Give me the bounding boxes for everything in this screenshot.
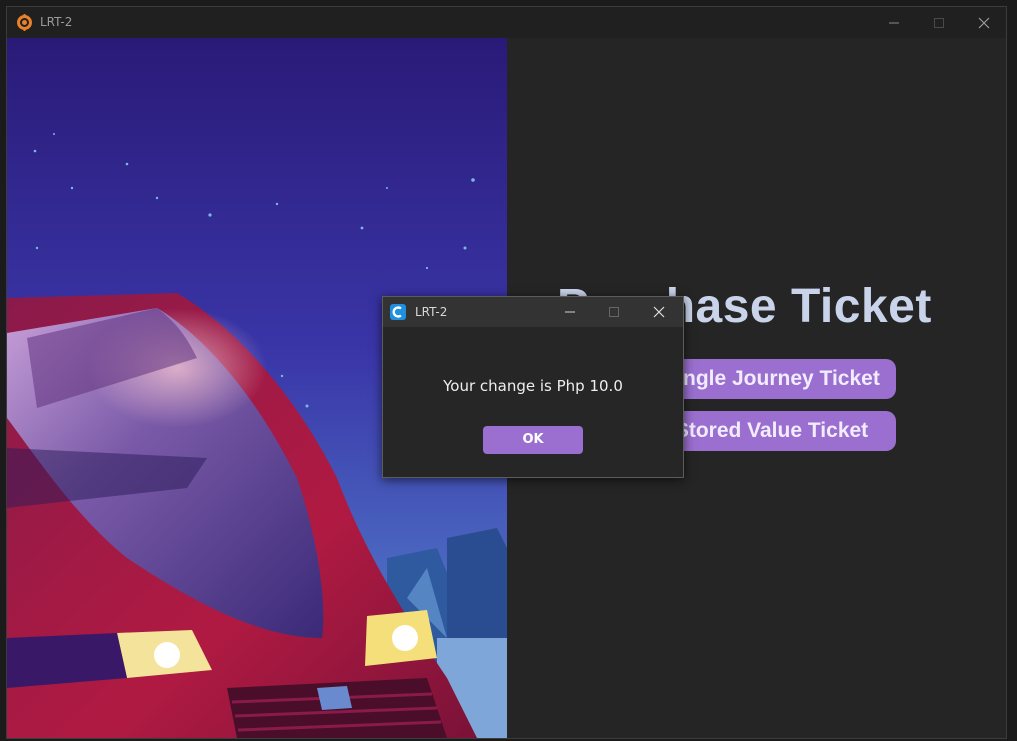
maximize-icon (609, 307, 619, 317)
single-journey-ticket-button[interactable]: Single Journey Ticket (647, 359, 896, 399)
maximize-button[interactable] (916, 7, 962, 38)
stored-value-ticket-button[interactable]: Stored Value Ticket (647, 411, 896, 451)
app-c-icon (390, 304, 406, 320)
dialog-message: Your change is Php 10.0 (443, 377, 623, 395)
minimize-button[interactable] (871, 7, 917, 38)
maximize-icon (934, 17, 944, 28)
close-button[interactable] (961, 7, 1007, 38)
dialog-close-button[interactable] (637, 297, 681, 327)
window-title: LRT-2 (40, 15, 73, 29)
dialog-title: LRT-2 (415, 305, 448, 319)
close-icon (978, 17, 990, 28)
change-dialog: LRT-2 Your change is Php 10.0 OK (382, 296, 684, 478)
close-icon (653, 306, 665, 318)
minimize-icon (889, 22, 899, 23)
ok-button[interactable]: OK (483, 426, 583, 454)
app-logo-icon (17, 14, 32, 31)
dialog-title-bar[interactable]: LRT-2 (383, 297, 683, 327)
title-bar[interactable]: LRT-2 (7, 7, 1006, 38)
minimize-icon (565, 311, 575, 313)
dialog-minimize-button[interactable] (548, 297, 592, 327)
dialog-maximize-button[interactable] (592, 297, 636, 327)
